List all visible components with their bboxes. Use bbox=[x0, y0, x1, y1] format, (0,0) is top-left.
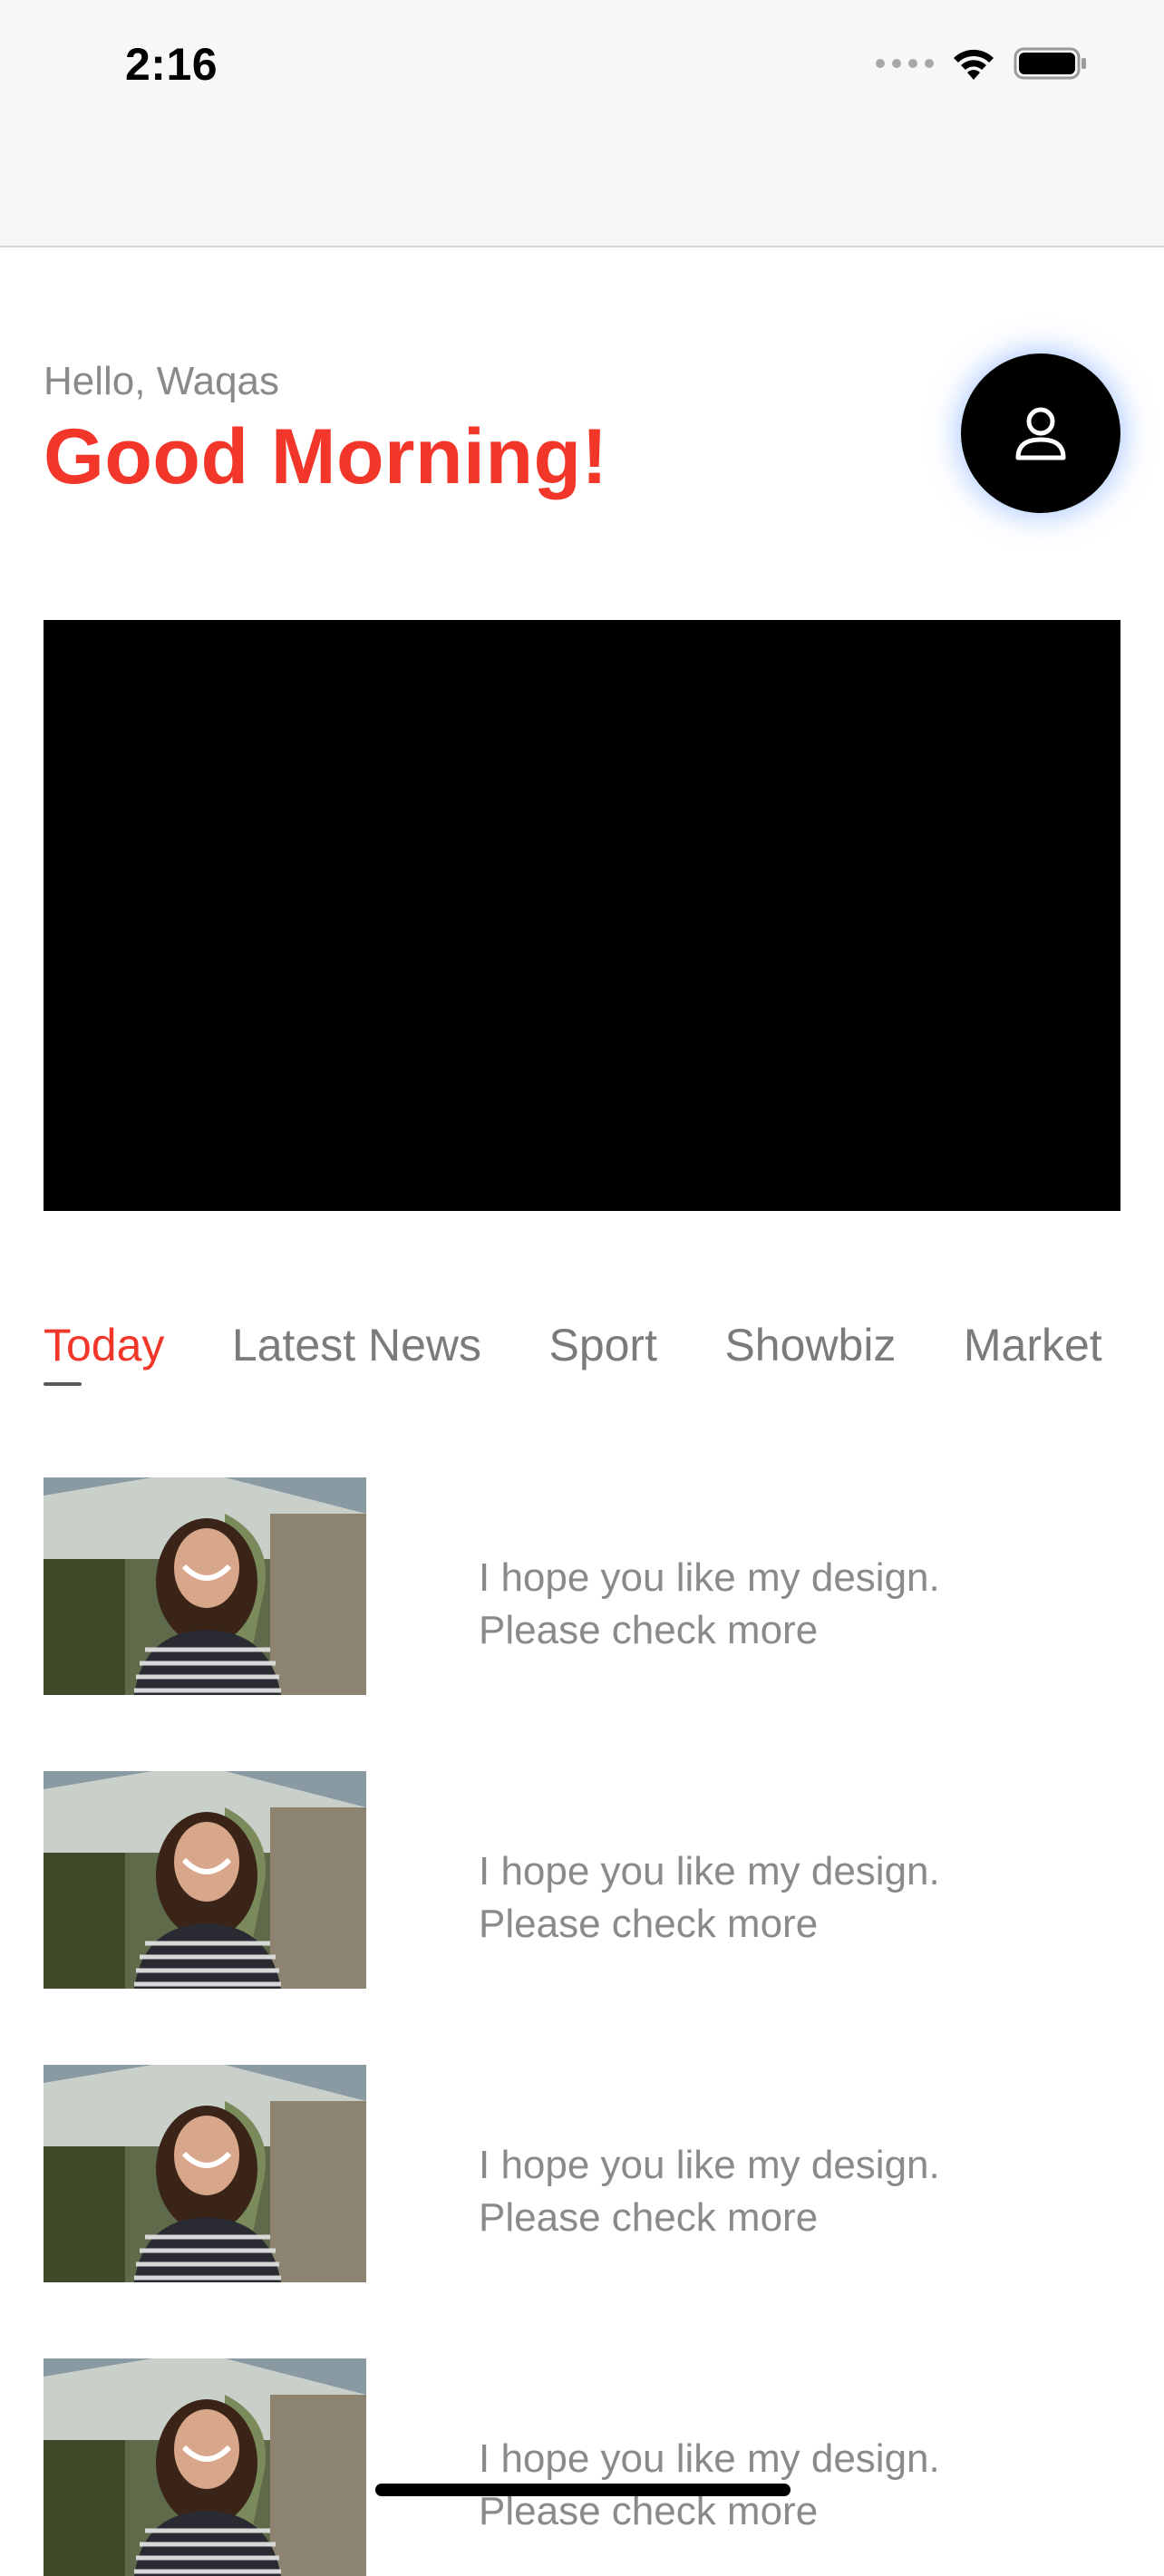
news-thumbnail bbox=[44, 2358, 366, 2576]
news-list-item[interactable]: I hope you like my design. Please check … bbox=[44, 2358, 1164, 2576]
status-time: 2:16 bbox=[125, 39, 218, 90]
home-indicator[interactable] bbox=[375, 2484, 791, 2496]
tab-today[interactable]: Today bbox=[44, 1319, 165, 1386]
news-text: I hope you like my design. Please check … bbox=[479, 1845, 1113, 1951]
tab-label: Latest News bbox=[231, 1320, 482, 1370]
active-tab-indicator bbox=[44, 1382, 82, 1386]
wifi-icon bbox=[954, 49, 994, 80]
news-list-item[interactable]: I hope you like my design. Please check … bbox=[44, 1477, 1164, 1695]
tab-latest-news[interactable]: Latest News bbox=[232, 1319, 481, 1371]
category-tabs: Today Latest News Sport Showbiz Market bbox=[44, 1319, 1164, 1391]
hello-text: Hello, Waqas bbox=[44, 359, 280, 403]
news-line-2: Please check more bbox=[479, 2195, 819, 2240]
news-thumbnail bbox=[44, 2065, 366, 2282]
news-line-2: Please check more bbox=[479, 1902, 819, 1946]
news-line-2: Please check more bbox=[479, 1608, 819, 1652]
featured-media[interactable] bbox=[44, 620, 1120, 1211]
tab-showbiz[interactable]: Showbiz bbox=[724, 1319, 896, 1371]
battery-icon bbox=[1014, 47, 1086, 80]
profile-button[interactable] bbox=[961, 353, 1120, 513]
status-icons bbox=[876, 45, 1088, 82]
news-line-1: I hope you like my design. bbox=[479, 1555, 940, 1600]
news-line-1: I hope you like my design. bbox=[479, 2436, 940, 2481]
status-bar: 2:16 bbox=[0, 0, 1164, 247]
news-thumbnail bbox=[44, 1477, 366, 1695]
news-line-1: I hope you like my design. bbox=[479, 1849, 940, 1893]
tab-label: Sport bbox=[548, 1320, 657, 1370]
tab-label: Market bbox=[963, 1320, 1102, 1370]
signal-icon bbox=[876, 59, 934, 68]
news-thumbnail bbox=[44, 1771, 366, 1989]
news-list-item[interactable]: I hope you like my design. Please check … bbox=[44, 2065, 1164, 2282]
news-line-1: I hope you like my design. bbox=[479, 2143, 940, 2187]
greeting-title: Good Morning! bbox=[44, 413, 608, 500]
news-text: I hope you like my design. Please check … bbox=[479, 1552, 1113, 1657]
tab-label: Today bbox=[44, 1320, 165, 1370]
tab-market[interactable]: Market bbox=[964, 1319, 1102, 1371]
person-icon bbox=[1015, 407, 1066, 460]
tab-sport[interactable]: Sport bbox=[548, 1319, 657, 1371]
news-list-item[interactable]: I hope you like my design. Please check … bbox=[44, 1771, 1164, 1989]
tab-label: Showbiz bbox=[724, 1320, 897, 1370]
news-text: I hope you like my design. Please check … bbox=[479, 2139, 1113, 2244]
